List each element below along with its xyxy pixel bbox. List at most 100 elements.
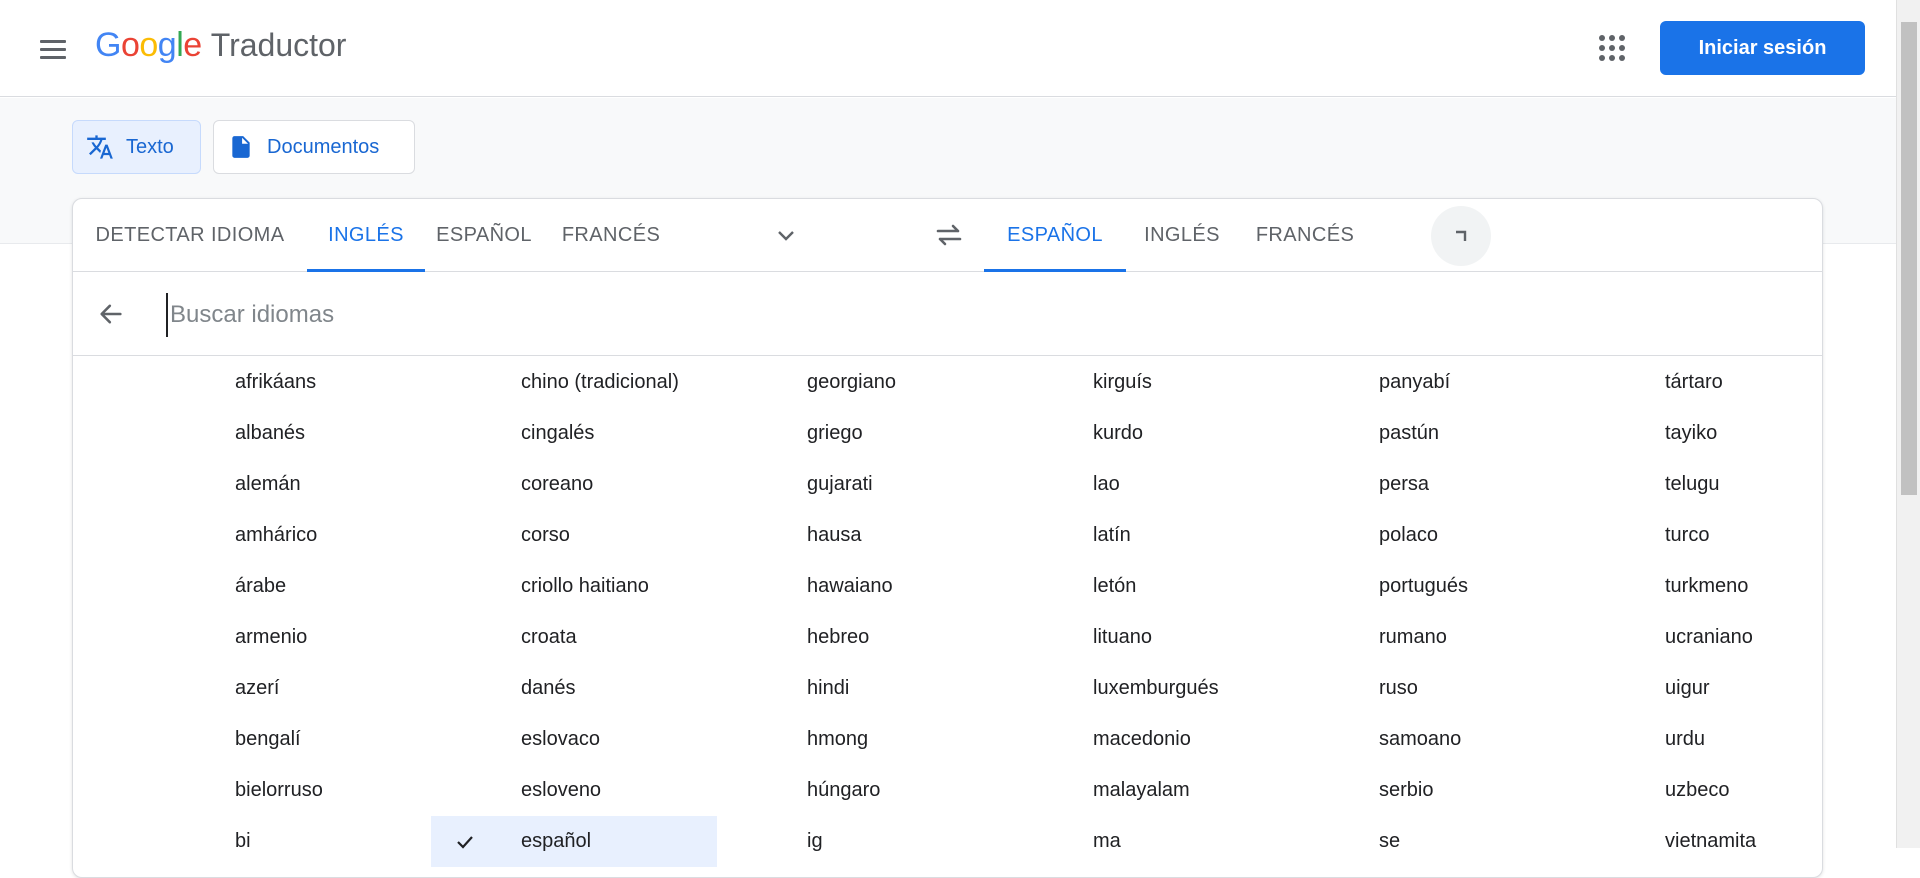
language-option-label: kirguís [1093,371,1152,393]
target-tab-english[interactable]: INGLÉS [1126,199,1238,271]
language-option[interactable]: ucraniano [1575,612,1861,663]
language-option[interactable]: ma [1003,816,1289,867]
document-icon [227,133,255,161]
language-option[interactable]: hebreo [717,612,1003,663]
language-option[interactable]: telugu [1575,459,1861,510]
language-option[interactable]: pastún [1289,408,1575,459]
language-option[interactable]: georgiano [717,357,1003,408]
language-option[interactable]: ig [717,816,1003,867]
language-option[interactable]: árabe [145,561,431,612]
language-option[interactable]: bielorruso [145,765,431,816]
language-option[interactable]: kurdo [1003,408,1289,459]
language-option[interactable]: croata [431,612,717,663]
language-option-label: hmong [807,728,869,750]
google-apps-button[interactable] [1596,32,1628,64]
language-option[interactable]: hausa [717,510,1003,561]
target-tab-french[interactable]: FRANCÉS [1238,199,1372,271]
language-option[interactable]: kirguís [1003,357,1289,408]
text-mode-button[interactable]: Texto [72,120,201,174]
apps-dot [1619,45,1625,51]
target-tab-spanish[interactable]: ESPAÑOL [984,199,1126,272]
language-option[interactable]: uigur [1575,663,1861,714]
language-option[interactable]: tayiko [1575,408,1861,459]
language-option[interactable]: esloveno [431,765,717,816]
language-option[interactable]: portugués [1289,561,1575,612]
language-option-label: luxemburgués [1093,677,1219,699]
language-option[interactable]: tártaro [1575,357,1861,408]
language-option[interactable]: hindi [717,663,1003,714]
language-option[interactable]: armenio [145,612,431,663]
language-option[interactable]: serbio [1289,765,1575,816]
language-option-label: turco [1665,524,1710,546]
language-option[interactable]: hawaiano [717,561,1003,612]
back-button[interactable] [91,294,131,334]
source-language-dropdown[interactable] [766,215,806,255]
language-option[interactable]: hmong [717,714,1003,765]
language-option[interactable]: rumano [1289,612,1575,663]
language-option[interactable]: panyabí [1289,357,1575,408]
language-option[interactable]: turco [1575,510,1861,561]
language-option[interactable]: cingalés [431,408,717,459]
language-option[interactable]: samoano [1289,714,1575,765]
page-scrollbar[interactable] [1896,0,1920,848]
language-option[interactable]: chino (tradicional) [431,357,717,408]
language-option[interactable]: malayalam [1003,765,1289,816]
language-option[interactable]: vietnamita [1575,816,1861,867]
language-search-input[interactable] [166,293,1366,337]
language-option[interactable]: ruso [1289,663,1575,714]
language-option[interactable]: macedonio [1003,714,1289,765]
language-option[interactable]: eslovaco [431,714,717,765]
scrollbar-thumb[interactable] [1901,22,1917,495]
language-option[interactable]: amhárico [145,510,431,561]
language-option-label: portugués [1379,575,1468,597]
source-tab-english[interactable]: INGLÉS [307,199,425,272]
language-option[interactable]: uzbeco [1575,765,1861,816]
language-option[interactable]: griego [717,408,1003,459]
language-option[interactable]: alemán [145,459,431,510]
language-option[interactable]: coreano [431,459,717,510]
language-option[interactable]: criollo haitiano [431,561,717,612]
language-option[interactable]: bi [145,816,431,867]
documents-mode-button[interactable]: Documentos [213,120,415,174]
language-option[interactable]: húngaro [717,765,1003,816]
language-option[interactable]: albanés [145,408,431,459]
source-tab-spanish[interactable]: ESPAÑOL [425,199,543,271]
language-option[interactable]: danés [431,663,717,714]
hamburger-icon-line [40,47,66,51]
target-language-dropdown[interactable] [1431,206,1491,266]
language-option-label: griego [807,422,863,444]
source-tab-french[interactable]: FRANCÉS [543,199,679,271]
language-option[interactable]: latín [1003,510,1289,561]
language-option-label: húngaro [807,779,881,801]
source-tab-detect[interactable]: DETECTAR IDIOMA [73,199,307,271]
language-option[interactable]: persa [1289,459,1575,510]
language-option[interactable]: letón [1003,561,1289,612]
language-option-label: persa [1379,473,1430,495]
language-option[interactable]: lituano [1003,612,1289,663]
language-option[interactable]: luxemburgués [1003,663,1289,714]
swap-languages-button[interactable] [928,215,970,255]
language-option-label: criollo haitiano [521,575,649,597]
language-option[interactable]: polaco [1289,510,1575,561]
sign-in-button[interactable]: Iniciar sesión [1660,21,1865,75]
google-wordmark: Google [95,26,202,65]
arrow-back-icon [100,304,122,324]
language-option[interactable]: español [431,816,717,867]
language-option[interactable]: bengalí [145,714,431,765]
apps-dot [1609,35,1615,41]
language-option[interactable]: lao [1003,459,1289,510]
language-option[interactable]: azerí [145,663,431,714]
language-option-label: croata [521,626,577,648]
language-option-label: telugu [1665,473,1720,495]
logo-letter: o [139,26,158,64]
language-option[interactable]: turkmeno [1575,561,1861,612]
language-option[interactable]: gujarati [717,459,1003,510]
google-translate-logo[interactable]: Google Traductor [95,26,346,72]
main-menu-button[interactable] [34,30,72,68]
language-option[interactable]: urdu [1575,714,1861,765]
language-option[interactable]: afrikáans [145,357,431,408]
apps-dot [1619,55,1625,61]
language-option[interactable]: se [1289,816,1575,867]
language-option-label: ma [1093,830,1121,852]
language-option[interactable]: corso [431,510,717,561]
